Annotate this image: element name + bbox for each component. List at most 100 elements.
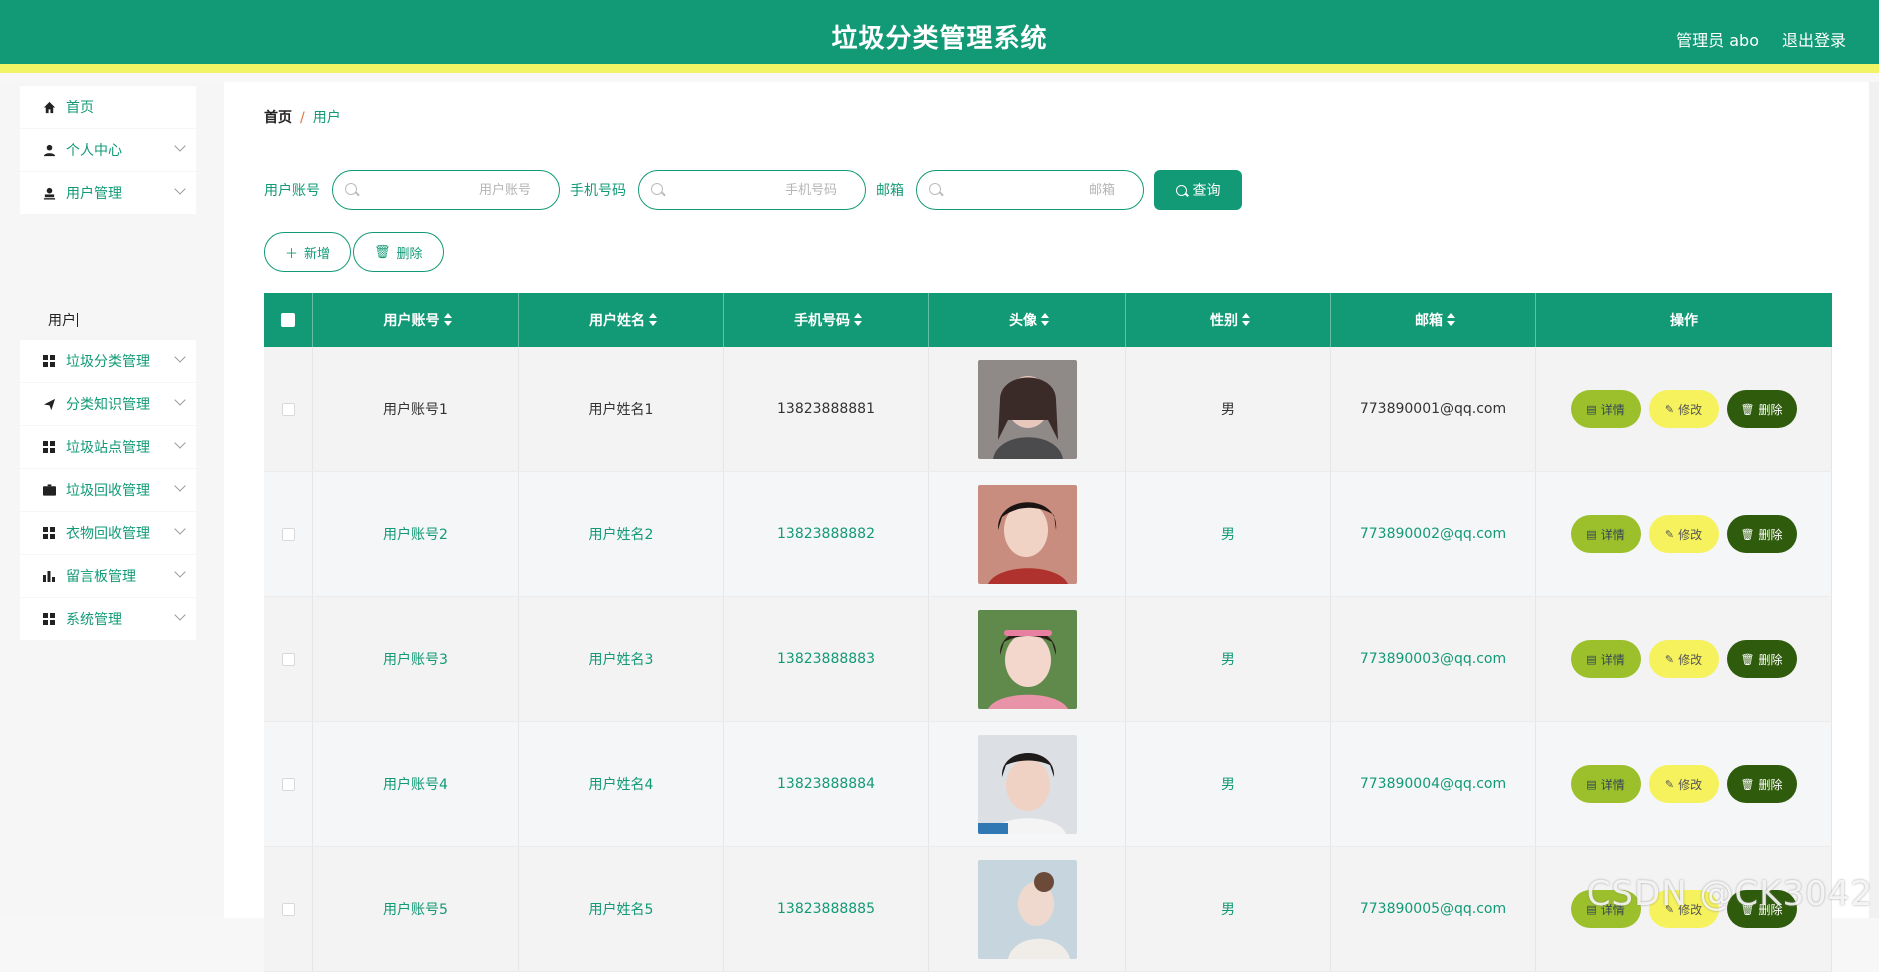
- cell-gender: 男: [1126, 472, 1331, 596]
- detail-button-label: 详情: [1601, 401, 1625, 418]
- delete-button[interactable]: 🗑删除: [1727, 640, 1797, 678]
- detail-button[interactable]: ▤详情: [1571, 765, 1641, 803]
- search-icon: [345, 183, 357, 195]
- sidebar-item-label: 衣物回收管理: [66, 523, 150, 543]
- row-select-cell: [264, 347, 313, 471]
- row-checkbox[interactable]: [282, 903, 295, 916]
- edit-button[interactable]: ✎修改: [1649, 765, 1719, 803]
- delete-button-label: 删除: [1758, 776, 1782, 793]
- cell-phone: 13823888884: [724, 722, 929, 846]
- batch-delete-button-label: 删除: [397, 243, 423, 262]
- column-header-gender[interactable]: 性别: [1126, 293, 1331, 347]
- sidebar-item-user-management[interactable]: 用户管理: [20, 172, 196, 214]
- column-header-email[interactable]: 邮箱: [1331, 293, 1536, 347]
- email-search-field[interactable]: [916, 170, 1144, 210]
- chevron-down-icon: [174, 609, 185, 620]
- sidebar-subitem-users[interactable]: 用户: [48, 310, 78, 330]
- chevron-down-icon: [174, 437, 185, 448]
- cell-name: 用户姓名3: [519, 597, 724, 721]
- row-checkbox[interactable]: [282, 528, 295, 541]
- sidebar-item-home[interactable]: 首页: [20, 86, 196, 128]
- cell-avatar: [929, 722, 1126, 846]
- edit-button-label: 修改: [1678, 526, 1702, 543]
- select-all-cell[interactable]: [264, 293, 313, 347]
- row-checkbox[interactable]: [282, 778, 295, 791]
- cell-email: 773890005@qq.com: [1331, 847, 1536, 971]
- row-checkbox[interactable]: [282, 653, 295, 666]
- search-icon: [1176, 185, 1187, 196]
- table-row: 用户账号4 用户姓名4 13823888884 男 773890004@qq.c…: [264, 722, 1832, 847]
- column-header-avatar[interactable]: 头像: [929, 293, 1126, 347]
- detail-button[interactable]: ▤详情: [1571, 515, 1641, 553]
- chevron-down-icon: [174, 480, 185, 491]
- cell-name: 用户姓名5: [519, 847, 724, 971]
- sidebar-item-messages[interactable]: 留言板管理: [20, 555, 196, 597]
- edit-button[interactable]: ✎修改: [1649, 640, 1719, 678]
- document-icon: ▤: [1586, 653, 1596, 666]
- logout-link[interactable]: 退出登录: [1782, 27, 1846, 51]
- cell-phone: 13823888881: [724, 347, 929, 471]
- cell-phone: 13823888882: [724, 472, 929, 596]
- sidebar-item-system[interactable]: 系统管理: [20, 598, 196, 640]
- delete-button-label: 删除: [1758, 401, 1782, 418]
- sidebar-item-label: 首页: [66, 97, 94, 117]
- column-header-label: 用户姓名: [589, 310, 645, 330]
- row-checkbox[interactable]: [282, 403, 295, 416]
- avatar[interactable]: [978, 610, 1077, 709]
- delete-button[interactable]: 🗑删除: [1727, 515, 1797, 553]
- cell-email: 773890003@qq.com: [1331, 597, 1536, 721]
- avatar[interactable]: [978, 485, 1077, 584]
- breadcrumb-separator: /: [300, 110, 305, 126]
- cell-account: 用户账号1: [313, 347, 519, 471]
- email-search-input[interactable]: [947, 179, 1115, 201]
- delete-button[interactable]: 🗑删除: [1727, 390, 1797, 428]
- sidebar-item-label: 垃圾回收管理: [66, 480, 150, 500]
- pencil-icon: ✎: [1665, 528, 1674, 541]
- row-select-cell: [264, 847, 313, 971]
- edit-button-label: 修改: [1678, 776, 1702, 793]
- grid-icon: [42, 526, 56, 540]
- add-button[interactable]: ＋ 新增: [264, 232, 351, 272]
- person-icon: [42, 143, 56, 157]
- delete-button[interactable]: 🗑删除: [1727, 765, 1797, 803]
- detail-button[interactable]: ▤详情: [1571, 390, 1641, 428]
- sidebar-item-profile[interactable]: 个人中心: [20, 129, 196, 171]
- bar-chart-icon: [42, 569, 56, 583]
- detail-button[interactable]: ▤详情: [1571, 640, 1641, 678]
- column-header-phone[interactable]: 手机号码: [724, 293, 929, 347]
- batch-delete-button[interactable]: 🗑 删除: [353, 232, 444, 272]
- query-button[interactable]: 查询: [1154, 170, 1242, 210]
- sidebar-item-knowledge[interactable]: 分类知识管理: [20, 383, 196, 425]
- email-search-label: 邮箱: [876, 180, 904, 200]
- phone-search-input[interactable]: [669, 179, 837, 201]
- sidebar-item-recycling[interactable]: 垃圾回收管理: [20, 469, 196, 511]
- breadcrumb-home[interactable]: 首页: [264, 110, 292, 126]
- pencil-icon: ✎: [1665, 403, 1674, 416]
- edit-button-label: 修改: [1678, 401, 1702, 418]
- cell-actions: ▤详情 ✎ 修改 🗑删除: [1536, 472, 1832, 596]
- edit-button[interactable]: ✎ 修改: [1649, 390, 1719, 428]
- trash-icon: 🗑: [374, 245, 391, 260]
- search-bar: 用户账号 手机号码 邮箱 查询: [264, 170, 1242, 210]
- sidebar-item-label: 系统管理: [66, 609, 122, 629]
- cell-avatar: [929, 472, 1126, 596]
- column-header-account[interactable]: 用户账号: [313, 293, 519, 347]
- avatar[interactable]: [978, 360, 1077, 459]
- query-button-label: 查询: [1193, 180, 1221, 200]
- column-header-name[interactable]: 用户姓名: [519, 293, 724, 347]
- avatar[interactable]: [978, 735, 1077, 834]
- cell-account: 用户账号4: [313, 722, 519, 846]
- phone-search-field[interactable]: [638, 170, 866, 210]
- edit-button[interactable]: ✎ 修改: [1649, 515, 1719, 553]
- plus-icon: ＋: [285, 243, 298, 262]
- account-search-field[interactable]: [332, 170, 560, 210]
- select-all-checkbox[interactable]: [281, 313, 295, 327]
- chevron-down-icon: [174, 566, 185, 577]
- cell-name: 用户姓名2: [519, 472, 724, 596]
- sidebar-item-clothes[interactable]: 衣物回收管理: [20, 512, 196, 554]
- sidebar-item-station[interactable]: 垃圾站点管理: [20, 426, 196, 468]
- account-search-input[interactable]: [363, 179, 531, 201]
- avatar[interactable]: [978, 860, 1077, 959]
- page-scrollbar[interactable]: [1869, 82, 1879, 918]
- sidebar-item-waste-category[interactable]: 垃圾分类管理: [20, 340, 196, 382]
